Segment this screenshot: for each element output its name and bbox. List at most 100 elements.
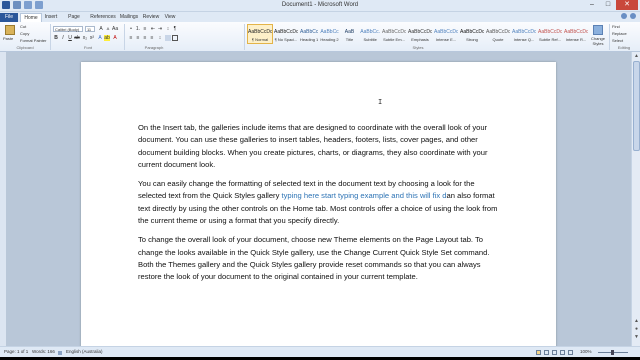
style-item[interactable]: AaBbCcDc Subtle Em... <box>381 24 407 44</box>
document-area: I On the Insert tab, the galleries inclu… <box>0 52 640 352</box>
tab-review[interactable]: Review <box>142 13 160 22</box>
superscript-icon[interactable]: x² <box>89 35 95 41</box>
zoom-slider-knob[interactable] <box>611 350 614 355</box>
style-name: Heading 1 <box>300 37 319 42</box>
paste-icon[interactable] <box>5 25 15 35</box>
style-item[interactable]: AaBbCcDc Intense E... <box>433 24 459 44</box>
ribbon-tabs: File Home Insert Page Layout References … <box>0 12 640 29</box>
shrink-font-icon[interactable]: A <box>105 26 111 32</box>
style-item[interactable]: AaBbCcDc Strong <box>459 24 485 44</box>
tab-references[interactable]: References <box>90 13 116 22</box>
change-case-icon[interactable]: Aa <box>112 26 118 32</box>
tab-page-layout[interactable]: Page Layout <box>61 13 87 29</box>
increase-indent-icon[interactable]: ⇥ <box>157 26 163 32</box>
select-browse-object-icon[interactable]: ● <box>633 326 640 333</box>
copy-button[interactable]: Copy <box>20 31 29 36</box>
show-formatting-icon[interactable]: ¶ <box>172 26 178 32</box>
document-body[interactable]: On the Insert tab, the galleries include… <box>138 122 501 291</box>
tab-home[interactable]: Home <box>20 13 42 22</box>
style-item[interactable]: AaBbCc Heading 1 <box>299 24 319 44</box>
style-item[interactable]: AaBbCcDc ¶ Normal <box>247 24 273 44</box>
close-button[interactable]: ✕ <box>616 0 638 10</box>
cut-button[interactable]: Cut <box>20 24 26 29</box>
zoom-level[interactable]: 100% <box>580 349 592 354</box>
style-sample: AaBbCcDc <box>460 29 484 35</box>
font-color-icon[interactable]: A <box>112 35 118 41</box>
style-sample: AaBbCcDc <box>382 29 406 35</box>
maximize-button[interactable]: □ <box>600 0 616 10</box>
ribbon-home: Paste Cut Copy Format Painter Clipboard … <box>0 22 640 52</box>
paste-button[interactable]: Paste <box>3 36 13 41</box>
italic-icon[interactable]: I <box>60 35 66 41</box>
shading-icon[interactable] <box>165 35 171 41</box>
style-item[interactable]: AaBbCcDc Subtle Ref... <box>537 24 563 44</box>
line-spacing-icon[interactable]: ↕ <box>157 35 163 41</box>
replace-button[interactable]: Replace <box>612 31 627 36</box>
multilevel-list-icon[interactable]: ≡ <box>142 26 148 32</box>
tab-mailings[interactable]: Mailings <box>119 13 139 22</box>
style-item[interactable]: AaBbCcDc Intense Q... <box>511 24 537 44</box>
proofing-icon[interactable] <box>58 351 62 355</box>
style-item[interactable]: AaBbCcDc Quote <box>485 24 511 44</box>
font-name-select[interactable]: Calibri (Body) <box>53 26 83 32</box>
style-sample: AaBbCcDc <box>248 29 272 35</box>
change-styles-button[interactable]: Change Styles <box>590 25 606 46</box>
bold-icon[interactable]: B <box>53 35 59 41</box>
next-page-icon[interactable]: ▼ <box>633 334 640 341</box>
style-item[interactable]: AaBbCc. Subtitle <box>359 24 381 44</box>
style-item[interactable]: AaBbCc Heading 2 <box>319 24 339 44</box>
font-group-label: Font <box>83 45 92 50</box>
draft-view-icon[interactable] <box>568 350 573 355</box>
format-painter-button[interactable]: Format Painter <box>20 38 46 43</box>
sort-icon[interactable]: ↕ <box>165 26 171 32</box>
underline-icon[interactable]: U <box>67 35 73 41</box>
decrease-indent-icon[interactable]: ⇤ <box>150 26 156 32</box>
minimize-button[interactable]: – <box>584 0 600 10</box>
style-sample: AaBbCc <box>320 29 339 35</box>
web-layout-icon[interactable] <box>552 350 557 355</box>
title-bar: Document1 - Microsoft Word – □ ✕ <box>0 0 640 12</box>
outline-view-icon[interactable] <box>560 350 565 355</box>
page-count[interactable]: Page: 1 of 1 <box>4 349 28 354</box>
style-item[interactable]: AaBbCcDc ¶ No Spaci... <box>273 24 299 44</box>
justify-icon[interactable]: ≡ <box>149 35 155 41</box>
word-count[interactable]: Words: 166 <box>32 349 55 354</box>
tab-insert[interactable]: Insert <box>44 13 58 22</box>
find-button[interactable]: Find <box>612 24 620 29</box>
help-icon[interactable] <box>630 13 636 19</box>
grow-font-icon[interactable]: A <box>98 26 104 32</box>
font-size-select[interactable]: 11 <box>85 26 95 32</box>
subscript-icon[interactable]: x₂ <box>82 35 88 41</box>
align-right-icon[interactable]: ≡ <box>142 35 148 41</box>
align-center-icon[interactable]: ≡ <box>135 35 141 41</box>
style-item[interactable]: AaB Title <box>340 24 360 44</box>
scrollbar-thumb[interactable] <box>633 61 640 151</box>
style-item[interactable]: AaBbCcDc Emphasis <box>407 24 433 44</box>
vertical-scrollbar[interactable]: ▲ ▲ ● ▼ <box>631 52 640 346</box>
numbering-icon[interactable]: 1. <box>135 26 141 32</box>
tab-view[interactable]: View <box>163 13 177 22</box>
style-item[interactable]: AaBbCcDc Intense R... <box>563 24 589 44</box>
minimize-ribbon-icon[interactable] <box>621 13 627 19</box>
select-button[interactable]: Select <box>612 38 623 43</box>
highlight-color-icon[interactable]: ab <box>104 35 110 41</box>
tab-file[interactable]: File <box>0 13 18 22</box>
align-left-icon[interactable]: ≡ <box>128 35 134 41</box>
text-run: To change the overall look of your docum… <box>138 235 490 282</box>
prev-page-icon[interactable]: ▲ <box>633 318 640 325</box>
full-screen-reading-icon[interactable] <box>544 350 549 355</box>
language-indicator[interactable]: English (Australia) <box>66 349 103 354</box>
styles-group-label: Styles <box>412 45 424 50</box>
style-sample: AaBbCcDc <box>408 29 432 35</box>
document-page[interactable]: I On the Insert tab, the galleries inclu… <box>81 62 556 352</box>
strikethrough-icon[interactable]: ab <box>74 35 80 41</box>
document-paragraph: To change the overall look of your docum… <box>138 234 501 283</box>
bullets-icon[interactable]: • <box>128 26 134 32</box>
scroll-up-icon[interactable]: ▲ <box>633 53 640 60</box>
style-name: Intense R... <box>565 37 587 42</box>
help-area <box>621 13 636 19</box>
change-styles-icon <box>593 25 603 35</box>
borders-icon[interactable] <box>172 35 178 41</box>
text-effects-icon[interactable]: A <box>97 35 103 41</box>
print-layout-icon[interactable] <box>536 350 541 355</box>
